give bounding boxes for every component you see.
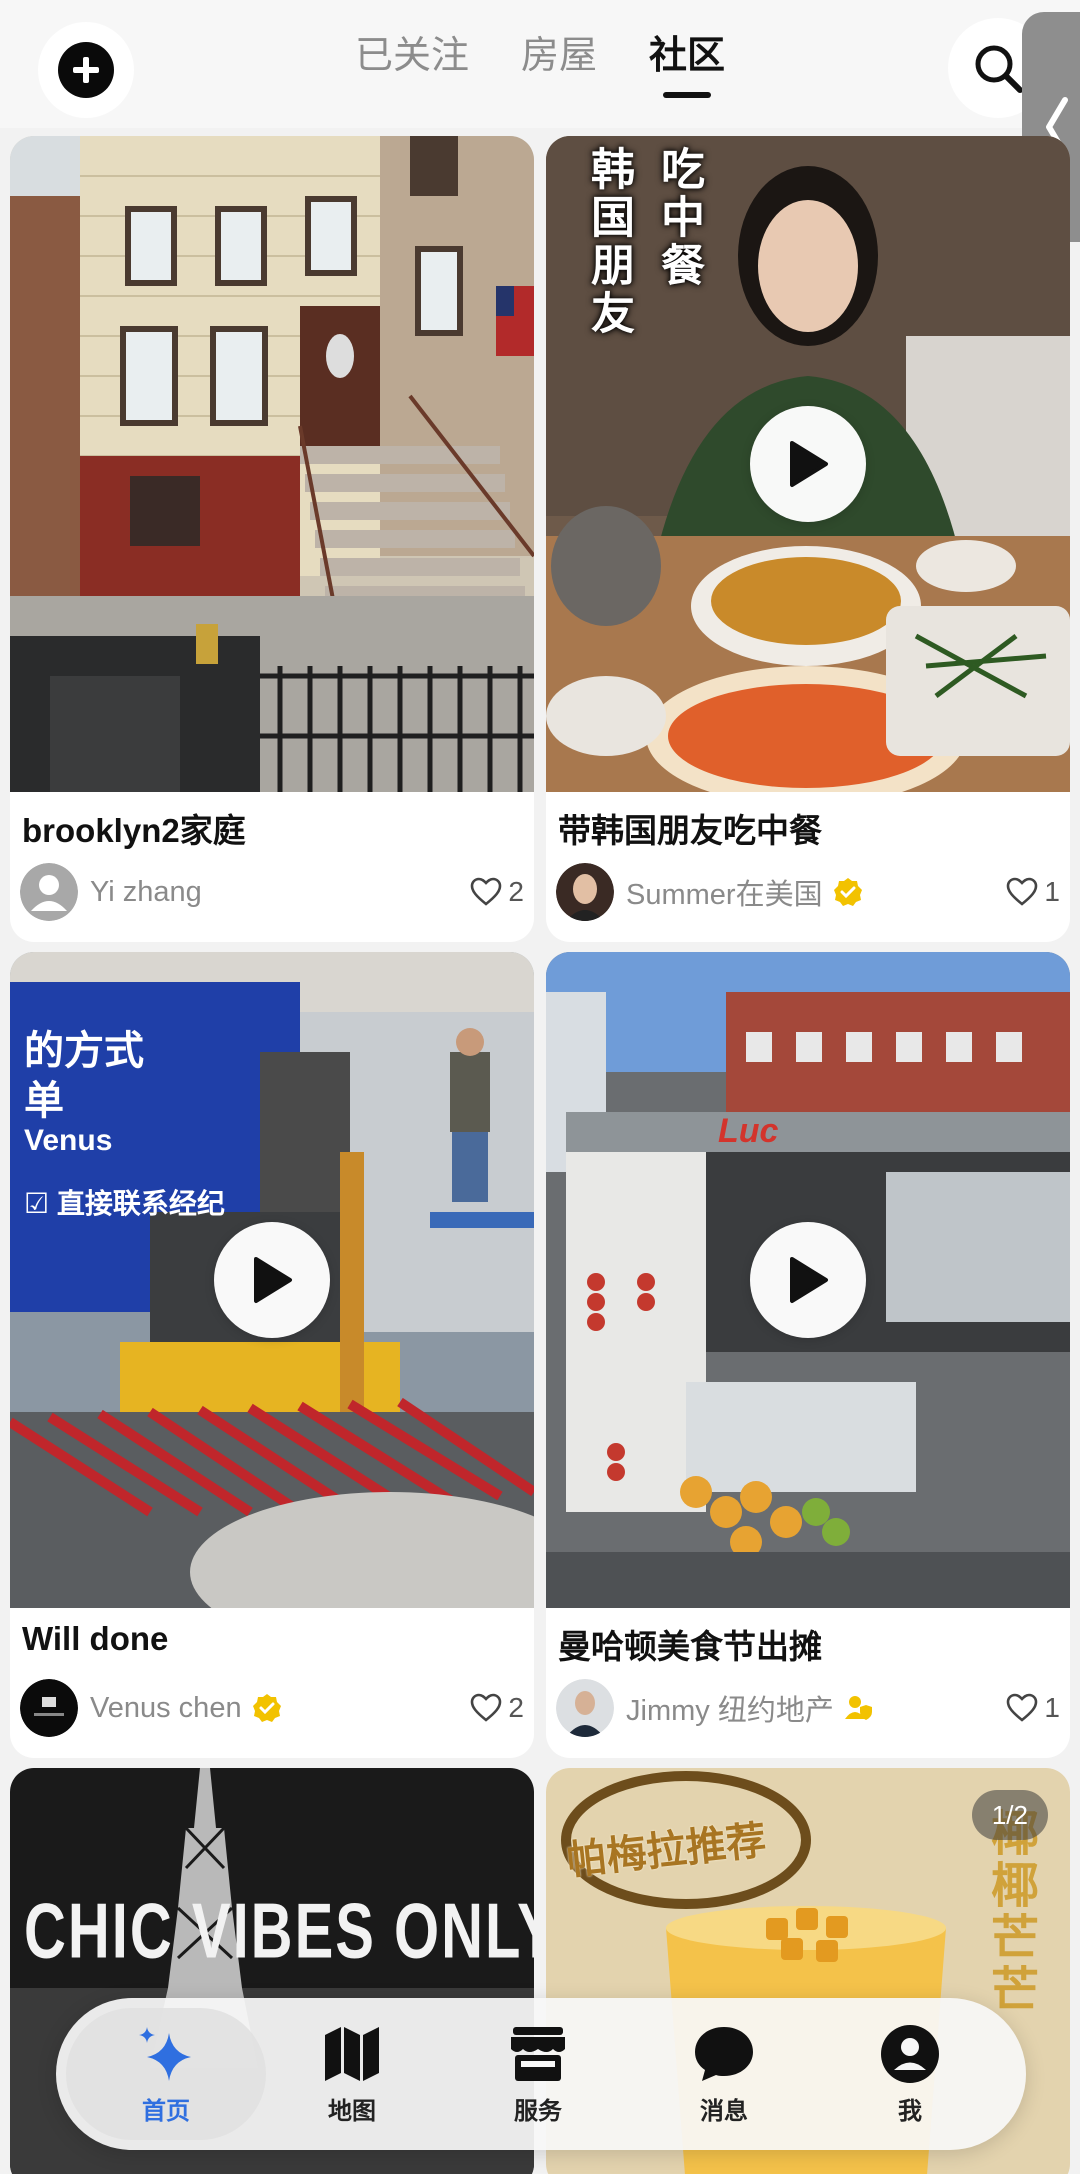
search-icon [975,45,1023,93]
author-name: Jimmy 纽约地产 [626,1695,834,1727]
like-count: 2 [508,876,524,907]
post-card[interactable]: brooklyn2家庭 Yi zhang 2 [10,136,534,942]
post-author[interactable]: Yi zhang [20,862,202,922]
post-video-thumbnail[interactable]: 韩国朋友 吃中餐 [546,136,1070,792]
nav-messages[interactable]: 消息 [649,1998,799,2150]
sign-text: 单 [24,1079,64,1123]
image-overlay-text: CHIC VIBES ONLY [24,1887,534,1976]
like-count: 1 [1044,876,1060,907]
like-button[interactable]: 2 [470,862,524,922]
post-card[interactable]: Luc 曼哈顿美食节出摊 Jimmy 纽约地产 1 [546,952,1070,1758]
feed-tabs: 已关注 房屋 社区 [0,28,1080,108]
play-icon [790,441,828,487]
like-button[interactable]: 2 [470,1678,524,1738]
avatar [20,1679,78,1737]
like-count: 1 [1044,1692,1060,1723]
nav-me[interactable]: 我 [835,1998,985,2150]
post-title[interactable]: brooklyn2家庭 [22,804,246,852]
store-icon [511,2026,565,2081]
nav-label: 服务 [514,2097,562,2125]
user-icon [881,2024,939,2083]
heart-icon [1007,877,1038,906]
author-name: Yi zhang [90,875,202,908]
post-title[interactable]: 曼哈顿美食节出摊 [558,1620,822,1668]
post-card[interactable]: 的方式 单 Venus ☑ 直接联系经纪 Will done Venus che… [10,952,534,1758]
play-icon [254,1257,292,1303]
nav-label: 消息 [700,2097,748,2125]
heart-icon [1007,1693,1038,1722]
like-button[interactable]: 1 [1006,862,1060,922]
heart-icon [471,1693,502,1722]
post-video-thumbnail[interactable]: 的方式 单 Venus ☑ 直接联系经纪 [10,952,534,1608]
heart-icon [471,877,502,906]
post-author[interactable]: Venus chen [20,1678,282,1738]
map-icon [325,2026,379,2081]
nav-label: 地图 [328,2097,376,2125]
like-count: 2 [508,1692,524,1723]
tab-following[interactable]: 已关注 [355,28,469,98]
post-image[interactable] [10,136,534,792]
nav-services[interactable]: 服务 [463,1998,613,2150]
play-button[interactable] [214,1222,330,1338]
user-placeholder-icon [20,863,78,921]
author-name: Venus chen [90,1691,242,1724]
nav-label: 我 [898,2097,922,2125]
play-button[interactable] [750,406,866,522]
like-button[interactable]: 1 [1006,1678,1060,1738]
chat-bubble-icon [695,2026,753,2081]
post-title[interactable]: Will done [22,1620,168,1658]
author-name: Summer在美国 [626,879,823,911]
top-bar: 已关注 房屋 社区 [0,0,1080,128]
nav-map[interactable]: 地图 [277,1998,427,2150]
play-button[interactable] [750,1222,866,1338]
post-video-thumbnail[interactable]: Luc [546,952,1070,1608]
verified-badge-icon [252,1694,281,1722]
nav-home[interactable]: 首页 [91,1998,241,2150]
avatar [556,863,614,921]
sparkle-icon [139,2026,191,2081]
video-caption-overlay: 吃中餐 [654,146,703,290]
tab-housing[interactable]: 房屋 [521,28,597,98]
avatar [20,863,78,921]
sign-text: ☑ 直接联系经纪 [24,1188,225,1219]
play-icon [790,1257,828,1303]
sign-text: Venus [24,1124,113,1157]
tab-community[interactable]: 社区 [649,28,725,98]
agent-badge-icon [844,1696,872,1720]
verified-badge-icon [833,878,862,906]
post-author[interactable]: Summer在美国 [556,862,863,922]
cart-sign: Luc [718,1112,779,1150]
post-card[interactable]: 韩国朋友 吃中餐 带韩国朋友吃中餐 Summer在美国 1 [546,136,1070,942]
post-author[interactable]: Jimmy 纽约地产 [556,1678,874,1738]
image-counter: 1/2 [971,1790,1048,1840]
post-title[interactable]: 带韩国朋友吃中餐 [558,804,822,852]
avatar [556,1679,614,1737]
video-caption-overlay: 韩国朋友 [584,146,633,338]
nav-label: 首页 [142,2097,190,2125]
bottom-tab-bar: 首页 地图 服务 消息 我 [56,1998,1026,2150]
